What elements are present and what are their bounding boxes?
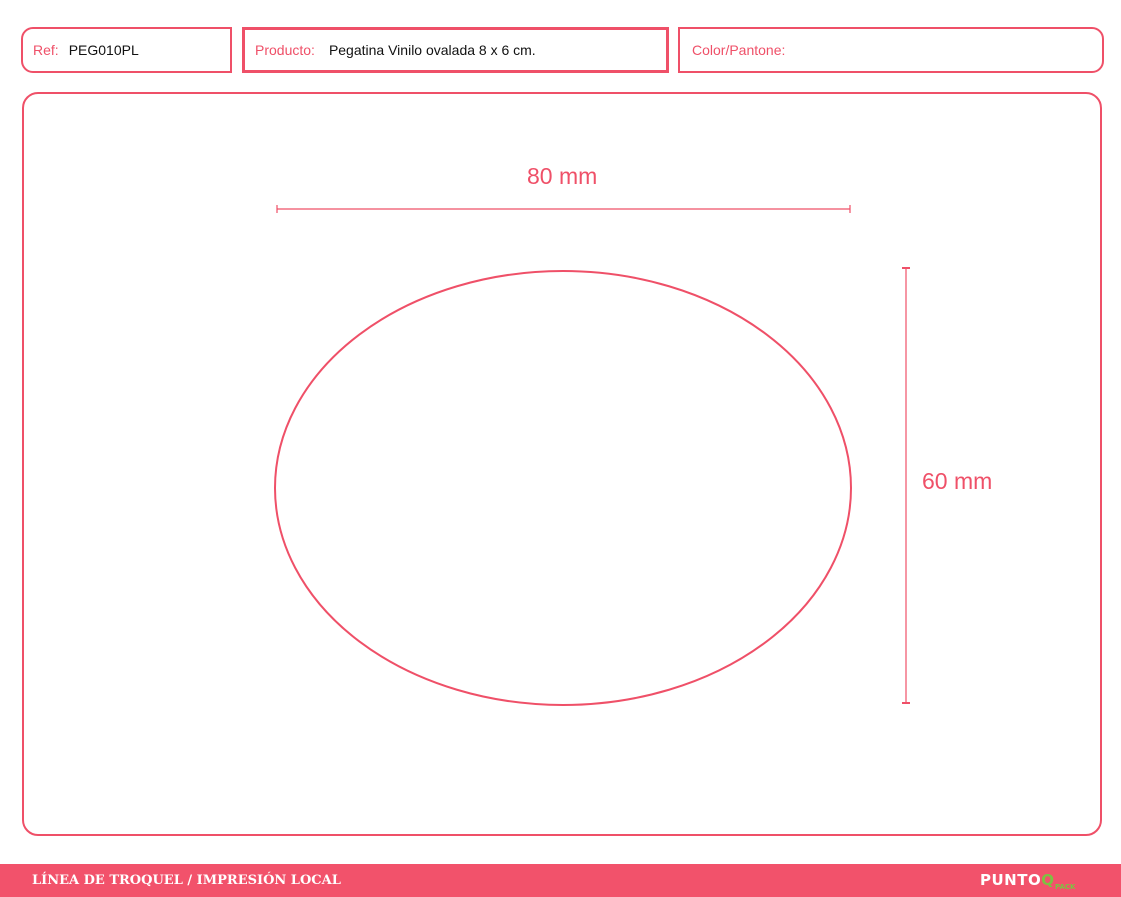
die-cut-drawing (274, 205, 910, 706)
width-dimension-label: 80 mm (527, 163, 598, 189)
height-dimension-label: 60 mm (922, 468, 993, 494)
footer-bar: LÍNEA DE TROQUEL / IMPRESIÓN LOCAL PUNTO… (0, 864, 1121, 897)
brand-logo: PUNTO Q PACK (980, 870, 1075, 894)
height-dimension-line (902, 267, 910, 704)
brand-sub: PACK (1054, 883, 1076, 891)
oval-die-line (274, 270, 852, 706)
footer-title: LÍNEA DE TROQUEL / IMPRESIÓN LOCAL (32, 873, 341, 888)
brand-q-mark: Q (1041, 871, 1054, 889)
brand-name: PUNTO (980, 871, 1042, 889)
width-dimension-line (276, 205, 851, 213)
